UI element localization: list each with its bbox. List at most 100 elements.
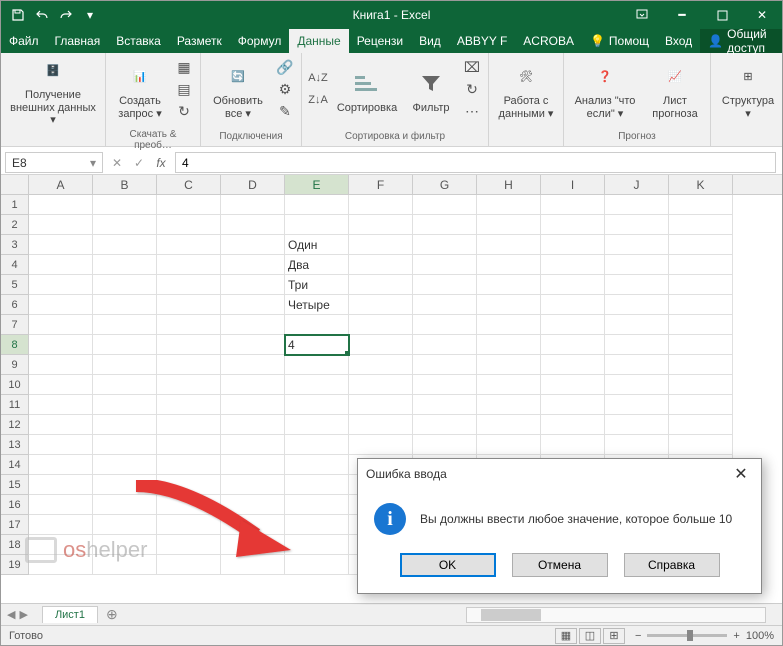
- cell-D16[interactable]: [221, 495, 285, 515]
- cell-F10[interactable]: [349, 375, 413, 395]
- cell-C13[interactable]: [157, 435, 221, 455]
- cell-G13[interactable]: [413, 435, 477, 455]
- row-header-18[interactable]: 18: [1, 535, 29, 555]
- cell-E17[interactable]: [285, 515, 349, 535]
- cell-E13[interactable]: [285, 435, 349, 455]
- row-header-11[interactable]: 11: [1, 395, 29, 415]
- cell-D12[interactable]: [221, 415, 285, 435]
- cell-C14[interactable]: [157, 455, 221, 475]
- cell-F1[interactable]: [349, 195, 413, 215]
- cell-F4[interactable]: [349, 255, 413, 275]
- tab-insert[interactable]: Вставка: [108, 29, 169, 53]
- cell-K13[interactable]: [669, 435, 733, 455]
- cell-E1[interactable]: [285, 195, 349, 215]
- undo-icon[interactable]: [33, 6, 51, 24]
- cell-E15[interactable]: [285, 475, 349, 495]
- cell-A2[interactable]: [29, 215, 93, 235]
- cell-J3[interactable]: [605, 235, 669, 255]
- cell-A7[interactable]: [29, 315, 93, 335]
- cell-C2[interactable]: [157, 215, 221, 235]
- cell-D10[interactable]: [221, 375, 285, 395]
- cell-G2[interactable]: [413, 215, 477, 235]
- cell-I10[interactable]: [541, 375, 605, 395]
- get-external-data-button[interactable]: 🗄️ Получение внешних данных ▾: [7, 55, 99, 127]
- col-header-B[interactable]: B: [93, 175, 157, 194]
- cell-B16[interactable]: [93, 495, 157, 515]
- cell-H6[interactable]: [477, 295, 541, 315]
- cell-I6[interactable]: [541, 295, 605, 315]
- edit-links-icon[interactable]: ✎: [275, 101, 295, 121]
- redo-icon[interactable]: [57, 6, 75, 24]
- zoom-level[interactable]: 100%: [746, 630, 774, 642]
- properties-icon[interactable]: ⚙: [275, 79, 295, 99]
- clear-filter-icon[interactable]: ⌧: [462, 57, 482, 77]
- row-header-8[interactable]: 8: [1, 335, 29, 355]
- sheet-nav-next-icon[interactable]: ▶: [19, 608, 27, 621]
- show-queries-icon[interactable]: ▦: [174, 57, 194, 77]
- minimize-icon[interactable]: ━: [662, 1, 702, 29]
- sort-button[interactable]: Сортировка: [334, 55, 400, 127]
- cell-B8[interactable]: [93, 335, 157, 355]
- cell-A16[interactable]: [29, 495, 93, 515]
- dialog-ok-button[interactable]: OK: [400, 553, 496, 577]
- cell-H11[interactable]: [477, 395, 541, 415]
- tab-data[interactable]: Данные: [289, 29, 348, 53]
- from-table-icon[interactable]: ▤: [174, 79, 194, 99]
- sort-az-icon[interactable]: A↓Z: [308, 68, 328, 88]
- cell-A4[interactable]: [29, 255, 93, 275]
- cell-I13[interactable]: [541, 435, 605, 455]
- cell-K12[interactable]: [669, 415, 733, 435]
- cell-D6[interactable]: [221, 295, 285, 315]
- view-page-break-icon[interactable]: ⊞: [603, 628, 625, 644]
- row-header-12[interactable]: 12: [1, 415, 29, 435]
- col-header-C[interactable]: C: [157, 175, 221, 194]
- cell-G5[interactable]: [413, 275, 477, 295]
- cell-C19[interactable]: [157, 555, 221, 575]
- cell-D18[interactable]: [221, 535, 285, 555]
- cell-J13[interactable]: [605, 435, 669, 455]
- cell-G9[interactable]: [413, 355, 477, 375]
- add-sheet-icon[interactable]: ⊕: [98, 606, 126, 623]
- row-header-17[interactable]: 17: [1, 515, 29, 535]
- cell-I12[interactable]: [541, 415, 605, 435]
- row-header-16[interactable]: 16: [1, 495, 29, 515]
- row-header-1[interactable]: 1: [1, 195, 29, 215]
- cell-A18[interactable]: [29, 535, 93, 555]
- cell-I8[interactable]: [541, 335, 605, 355]
- cell-F13[interactable]: [349, 435, 413, 455]
- cell-A6[interactable]: [29, 295, 93, 315]
- cell-E18[interactable]: [285, 535, 349, 555]
- cell-G10[interactable]: [413, 375, 477, 395]
- row-header-3[interactable]: 3: [1, 235, 29, 255]
- col-header-A[interactable]: A: [29, 175, 93, 194]
- name-box[interactable]: E8▾: [5, 152, 103, 173]
- cell-J1[interactable]: [605, 195, 669, 215]
- cell-D3[interactable]: [221, 235, 285, 255]
- cell-E3[interactable]: Один: [285, 235, 349, 255]
- cell-H3[interactable]: [477, 235, 541, 255]
- cell-D19[interactable]: [221, 555, 285, 575]
- cell-K2[interactable]: [669, 215, 733, 235]
- zoom-out-icon[interactable]: −: [635, 630, 641, 642]
- cell-I2[interactable]: [541, 215, 605, 235]
- cell-J10[interactable]: [605, 375, 669, 395]
- view-normal-icon[interactable]: ▦: [555, 628, 577, 644]
- cell-H2[interactable]: [477, 215, 541, 235]
- row-header-5[interactable]: 5: [1, 275, 29, 295]
- cell-E6[interactable]: Четыре: [285, 295, 349, 315]
- refresh-all-button[interactable]: 🔄 Обновить все ▾: [207, 55, 269, 127]
- enter-edit-icon[interactable]: ✓: [129, 156, 149, 170]
- tab-view[interactable]: Вид: [411, 29, 449, 53]
- ribbon-options-icon[interactable]: [622, 1, 662, 29]
- cell-A9[interactable]: [29, 355, 93, 375]
- cell-D2[interactable]: [221, 215, 285, 235]
- cell-E16[interactable]: [285, 495, 349, 515]
- insert-function-icon[interactable]: fx: [151, 156, 171, 170]
- cell-J4[interactable]: [605, 255, 669, 275]
- sort-za-icon[interactable]: Z↓A: [308, 90, 328, 110]
- col-header-G[interactable]: G: [413, 175, 477, 194]
- outline-button[interactable]: ⊞ Структура ▾: [717, 55, 779, 127]
- row-header-2[interactable]: 2: [1, 215, 29, 235]
- cell-J5[interactable]: [605, 275, 669, 295]
- select-all-corner[interactable]: [1, 175, 29, 194]
